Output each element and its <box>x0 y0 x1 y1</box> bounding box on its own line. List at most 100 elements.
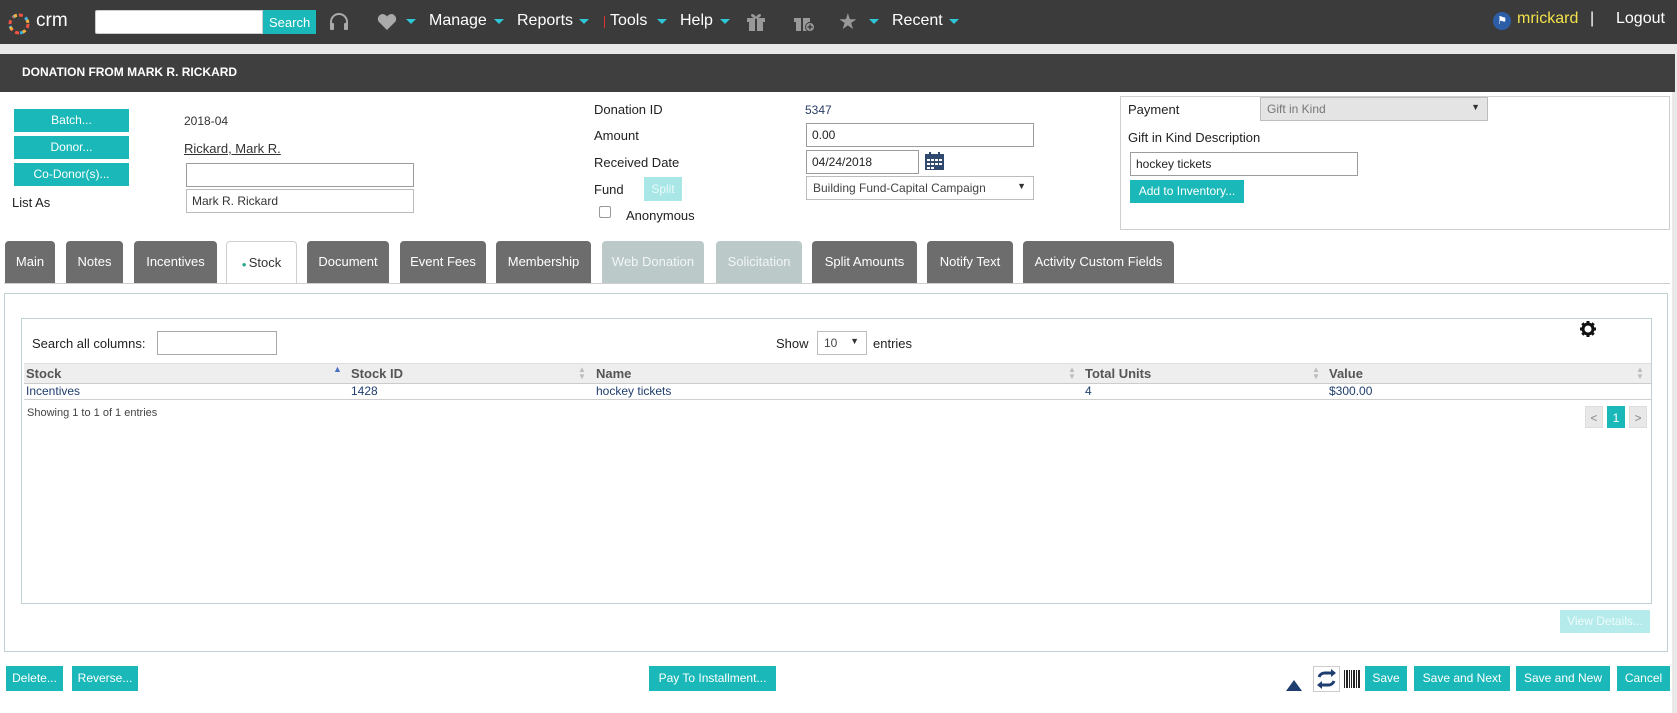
list-as-label: List As <box>12 195 51 210</box>
user-name-link[interactable]: mrickard <box>1517 10 1578 28</box>
recurring-icon[interactable] <box>1313 666 1340 692</box>
active-dot-icon: ● <box>241 260 249 269</box>
reverse-button[interactable]: Reverse... <box>72 666 138 691</box>
payment-select[interactable]: Gift in Kind ▼ <box>1260 97 1488 121</box>
calendar-icon[interactable] <box>924 152 945 174</box>
co-donor-field[interactable] <box>186 163 414 187</box>
delete-button[interactable]: Delete... <box>6 666 63 691</box>
amount-label: Amount <box>594 128 639 143</box>
logout-link[interactable]: Logout <box>1616 10 1665 28</box>
global-search-button[interactable]: Search <box>263 10 316 34</box>
table-row-divider <box>24 399 1651 400</box>
heart-menu-chevron-icon[interactable] <box>406 19 416 24</box>
sort-icon[interactable]: ▲ ▼ <box>1636 366 1644 381</box>
tab-stock[interactable]: ● Stock <box>226 241 297 284</box>
batch-value: 2018-04 <box>184 114 229 128</box>
nav-menu-reports[interactable]: Reports <box>517 12 573 30</box>
tab-membership[interactable]: Membership <box>496 241 591 283</box>
show-label: Show <box>776 336 809 351</box>
anonymous-checkbox[interactable] <box>599 206 611 218</box>
pay-to-installment-button[interactable]: Pay To Installment... <box>649 666 776 691</box>
cell-name[interactable]: hockey tickets <box>596 384 671 398</box>
tab-activity-custom-fields[interactable]: Activity Custom Fields <box>1023 241 1174 283</box>
col-header-total-units[interactable]: Total Units <box>1085 366 1151 381</box>
payment-label: Payment <box>1128 102 1180 117</box>
cell-value[interactable]: $300.00 <box>1329 384 1372 398</box>
sort-asc-icon[interactable]: ▲ <box>333 364 342 374</box>
help-chevron-icon[interactable] <box>720 19 730 24</box>
table-info: Showing 1 to 1 of 1 entries <box>27 407 158 419</box>
manage-chevron-icon[interactable] <box>494 19 504 24</box>
col-header-value[interactable]: Value <box>1329 366 1363 381</box>
save-button[interactable]: Save <box>1365 666 1407 691</box>
donor-button[interactable]: Donor... <box>14 136 129 159</box>
tools-alert-marker <box>604 16 605 28</box>
donor-link[interactable]: Rickard, Mark R. <box>184 141 281 156</box>
favorites-chevron-icon[interactable] <box>869 19 879 24</box>
tab-event-fees[interactable]: Event Fees <box>400 241 486 283</box>
gift-in-kind-input[interactable]: hockey tickets <box>1130 152 1358 176</box>
sort-icon[interactable]: ▲ ▼ <box>1312 366 1320 381</box>
cell-stock-id[interactable]: 1428 <box>351 384 378 398</box>
recent-chevron-icon[interactable] <box>949 19 959 24</box>
star-icon[interactable]: ★ <box>838 11 858 33</box>
barcode-icon[interactable] <box>1344 670 1360 691</box>
logo-ring-icon <box>8 13 30 35</box>
tab-split-amounts[interactable]: Split Amounts <box>812 241 917 283</box>
tab-main[interactable]: Main <box>5 241 55 283</box>
amount-input[interactable]: 0.00 <box>806 123 1034 147</box>
heart-icon[interactable] <box>376 12 398 36</box>
headset-icon[interactable] <box>328 12 350 36</box>
page-title: DONATION FROM MARK R. RICKARD <box>22 65 238 79</box>
tab-solicitation[interactable]: Solicitation <box>716 241 802 283</box>
gear-icon[interactable] <box>1580 321 1596 340</box>
list-as-field[interactable]: Mark R. Rickard <box>186 189 414 213</box>
tab-incentives[interactable]: Incentives <box>134 241 217 283</box>
search-columns-input[interactable] <box>157 331 277 355</box>
user-flag-icon[interactable]: ⚑ <box>1493 12 1511 30</box>
tab-notes[interactable]: Notes <box>66 241 123 283</box>
co-donor-button[interactable]: Co-Donor(s)... <box>14 163 129 186</box>
scroll-top-icon[interactable] <box>1286 680 1302 691</box>
gift-in-kind-label: Gift in Kind Description <box>1128 130 1261 145</box>
received-date-input[interactable]: 04/24/2018 <box>806 150 919 174</box>
cancel-button[interactable]: Cancel <box>1617 666 1670 691</box>
donation-id-label: Donation ID <box>594 102 663 117</box>
cell-total-units[interactable]: 4 <box>1085 384 1092 398</box>
view-details-button[interactable]: View Details... <box>1560 610 1650 633</box>
col-header-name[interactable]: Name <box>596 366 631 381</box>
tab-notify-text[interactable]: Notify Text <box>927 241 1013 283</box>
global-search-input[interactable] <box>95 10 263 34</box>
col-header-stock-id[interactable]: Stock ID <box>351 366 403 381</box>
split-button[interactable]: Split <box>644 177 682 201</box>
anonymous-label: Anonymous <box>626 208 695 223</box>
cell-stock[interactable]: Incentives <box>26 384 80 398</box>
entries-per-page-value: 10 <box>824 336 838 350</box>
search-columns-label: Search all columns: <box>32 336 146 351</box>
nav-menu-help[interactable]: Help <box>680 12 713 30</box>
add-to-inventory-button[interactable]: Add to Inventory... <box>1130 180 1244 203</box>
payment-select-value: Gift in Kind <box>1267 102 1326 116</box>
entries-per-page-select[interactable]: 10 ▼ <box>817 331 867 355</box>
pagination-page-1[interactable]: 1 <box>1607 406 1625 428</box>
fund-select-value: Building Fund-Capital Campaign <box>813 181 986 195</box>
save-and-new-button[interactable]: Save and New <box>1516 666 1610 691</box>
pagination-prev[interactable]: < <box>1585 406 1603 428</box>
nav-menu-tools[interactable]: Tools <box>610 12 647 30</box>
pagination-next[interactable]: > <box>1629 406 1647 428</box>
tab-document[interactable]: Document <box>307 241 389 283</box>
add-gift-icon[interactable] <box>792 12 816 36</box>
nav-menu-recent[interactable]: Recent <box>892 12 943 30</box>
save-and-next-button[interactable]: Save and Next <box>1414 666 1510 691</box>
sort-icon[interactable]: ▲ ▼ <box>1068 366 1076 381</box>
tools-chevron-icon[interactable] <box>657 19 667 24</box>
gift-icon[interactable] <box>745 12 767 36</box>
tab-underline <box>4 283 1670 284</box>
fund-select[interactable]: Building Fund-Capital Campaign ▼ <box>806 176 1034 200</box>
batch-button[interactable]: Batch... <box>14 109 129 132</box>
reports-chevron-icon[interactable] <box>579 19 589 24</box>
nav-menu-manage[interactable]: Manage <box>429 12 487 30</box>
tab-web-donation[interactable]: Web Donation <box>602 241 704 283</box>
sort-icon[interactable]: ▲ ▼ <box>578 366 586 381</box>
col-header-stock[interactable]: Stock <box>26 366 61 381</box>
